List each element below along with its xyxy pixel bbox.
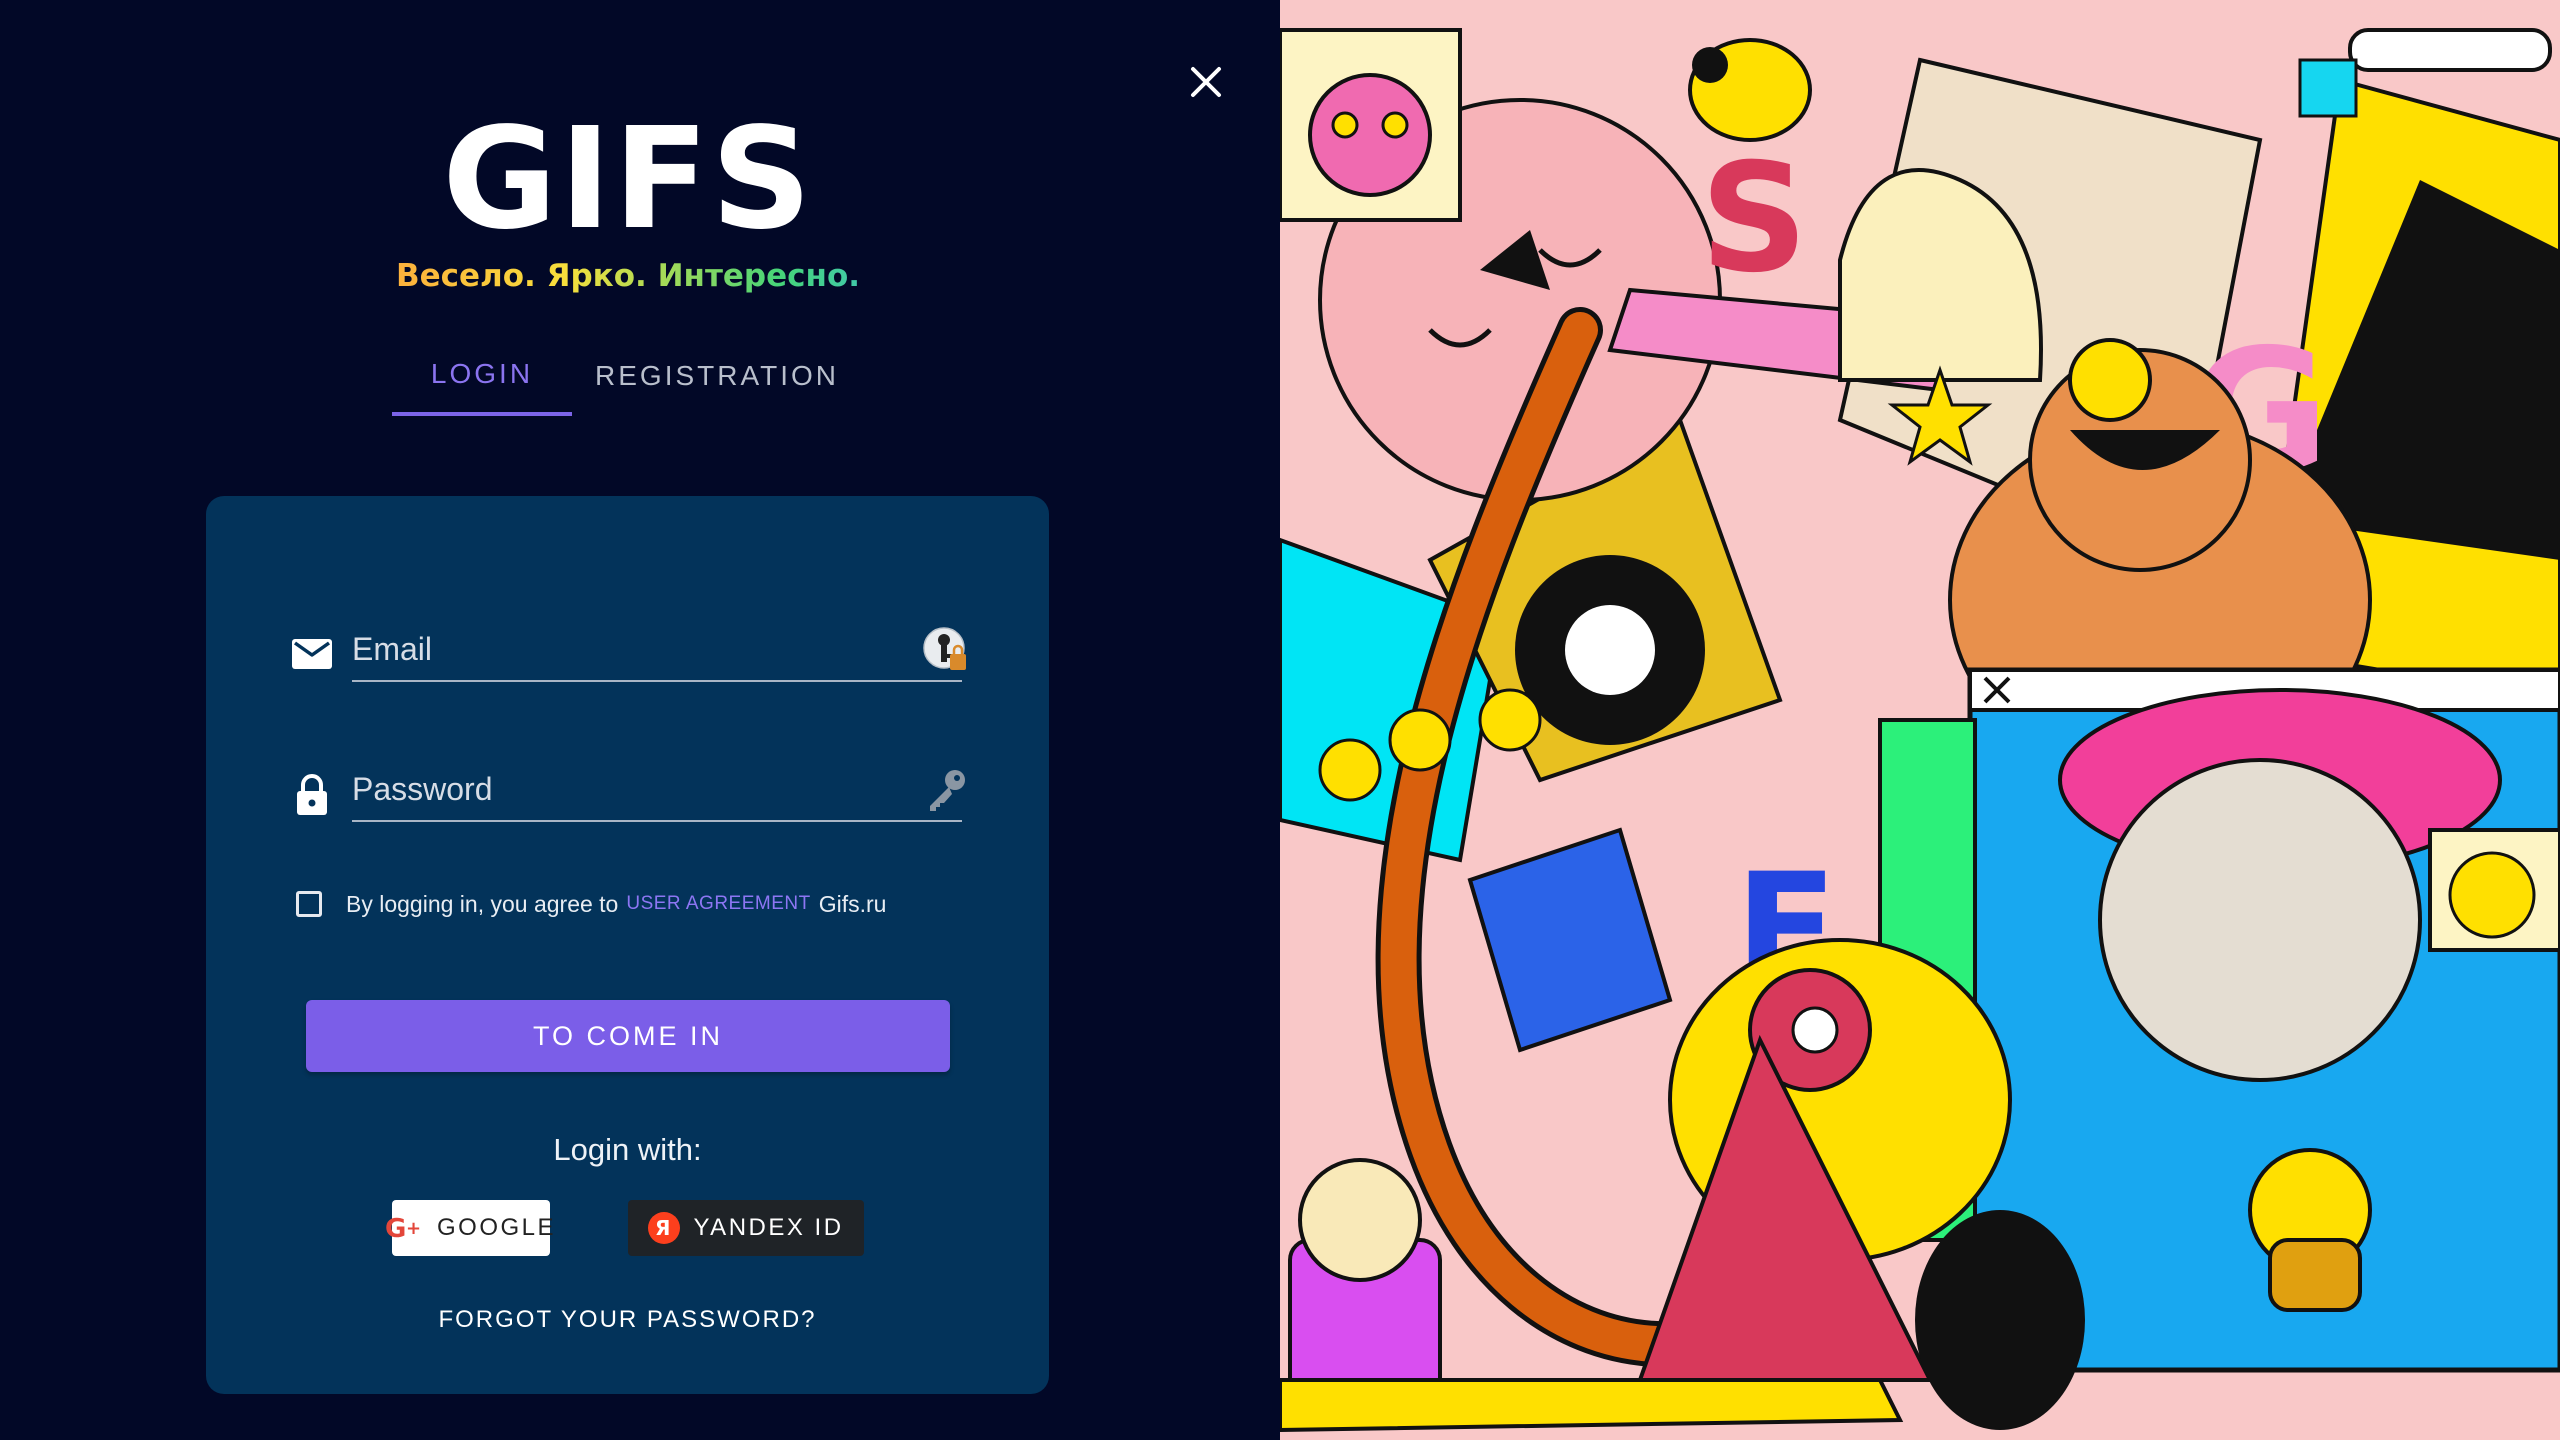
svg-text:Я: Я	[656, 1216, 674, 1240]
google-login-button[interactable]: G + GOOGLE	[385, 1200, 554, 1256]
agree-checkbox[interactable]	[296, 891, 322, 917]
password-input[interactable]	[352, 758, 962, 822]
illustration-panel: S G F	[1280, 0, 2560, 1440]
tab-registration[interactable]: REGISTRATION	[572, 336, 862, 416]
mail-icon	[292, 639, 332, 669]
decorative-illustration: S G F	[1280, 0, 2560, 1440]
login-with-heading: Login with:	[553, 1132, 702, 1167]
yandex-login-label: YANDEX ID	[693, 1214, 844, 1241]
login-panel: GIFS Весело. Ярко. Интересно. LOGIN REGI…	[0, 0, 1280, 1440]
user-agreement-link[interactable]: USER AGREEMENT	[626, 893, 810, 915]
svg-text:+: +	[406, 1218, 424, 1239]
yandex-icon: Я	[647, 1211, 681, 1245]
password-manager-icon[interactable]	[922, 626, 970, 674]
illustration-letter-s: S	[1700, 132, 1808, 306]
google-login-label: GOOGLE	[436, 1214, 557, 1241]
agree-site: Gifs.ru	[818, 890, 887, 917]
auth-tabs: LOGIN REGISTRATION	[392, 336, 862, 416]
lock-icon	[297, 774, 327, 815]
key-icon[interactable]	[922, 766, 970, 814]
forgot-password-link[interactable]: FORGOT YOUR PASSWORD?	[206, 1306, 1049, 1334]
password-field-row	[290, 748, 970, 828]
agree-text: By logging in, you agree to	[346, 890, 619, 917]
tab-login[interactable]: LOGIN	[392, 336, 572, 416]
login-submit-button[interactable]: TO COME IN	[306, 1000, 950, 1072]
logo-tagline: Весело. Ярко. Интересно.	[0, 258, 1256, 294]
logo: GIFS Весело. Ярко. Интересно.	[0, 98, 1256, 295]
social-login-row: G + GOOGLE Я YANDEX ID	[206, 1200, 1049, 1256]
close-icon	[1191, 67, 1221, 97]
logo-word: GIFS	[442, 98, 814, 261]
email-field-row	[290, 608, 970, 688]
google-plus-icon: G +	[385, 1214, 425, 1242]
agreement-row: By logging in, you agree to USER AGREEME…	[296, 882, 886, 926]
email-input[interactable]	[352, 618, 962, 682]
yandex-login-button[interactable]: Я YANDEX ID	[627, 1200, 864, 1256]
login-form-card: By logging in, you agree to USER AGREEME…	[206, 496, 1049, 1394]
